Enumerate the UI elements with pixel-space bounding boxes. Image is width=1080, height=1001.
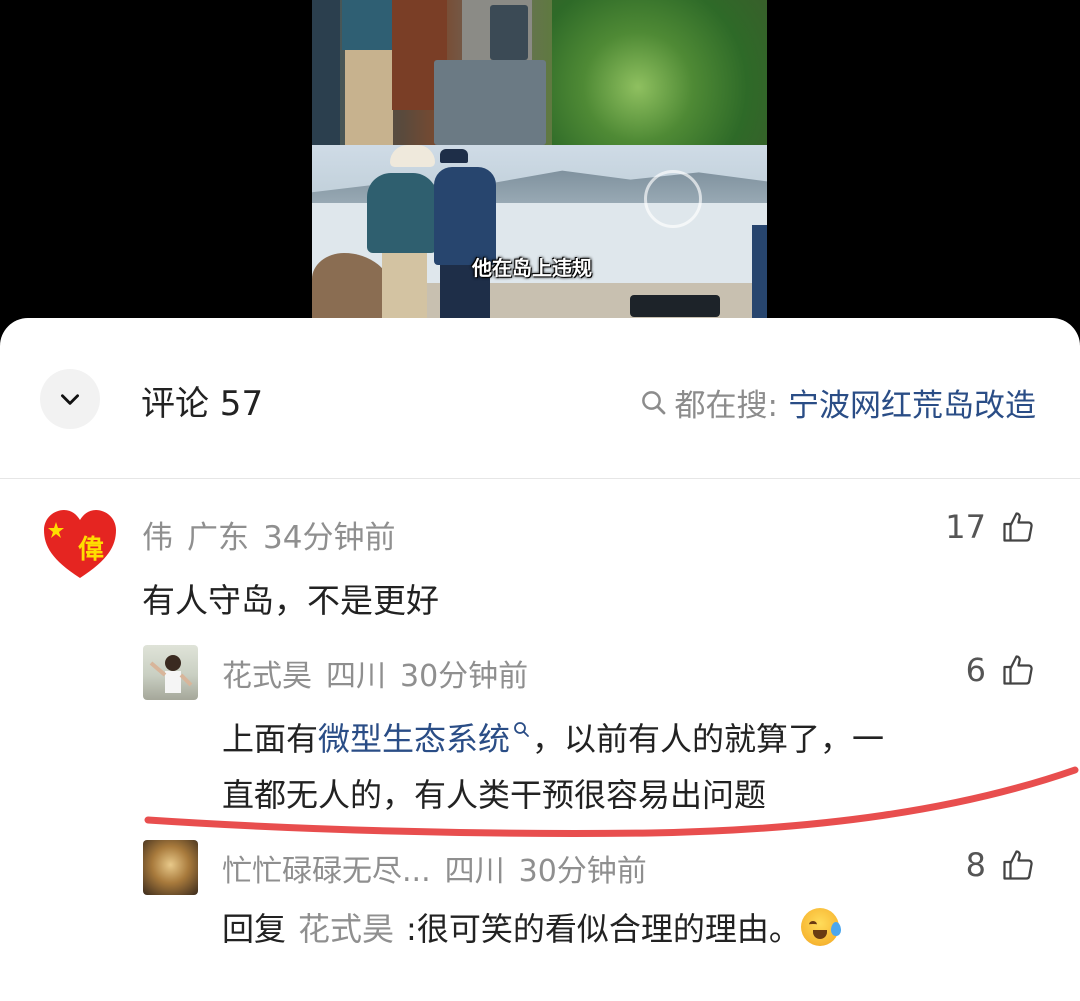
reply-text-start: 上面有 (222, 720, 319, 758)
reply-item: 花式昊 四川 30分钟前 6 上面有微型生态系统 ，以前有人的就算了，一 直都无人的，… (0, 643, 1080, 828)
thumbs-up-icon (1003, 655, 1033, 685)
reply-meta: 忙忙碌碌无尽... 四川 30分钟前 (222, 846, 661, 890)
comment-count-title: 评论 57 (141, 384, 264, 424)
reply-time: 30分钟前 (518, 854, 647, 889)
thumbs-up-icon (1003, 512, 1033, 542)
reply-text-line2: 直都无人的，有人类干预很容易出问题 (222, 776, 767, 814)
video-player[interactable]: 他在岛上违规 (312, 0, 767, 318)
like-count: 6 (965, 651, 986, 689)
reply-body: :很可笑的看似合理的理由。 (406, 910, 801, 948)
divider (0, 478, 1080, 479)
collapse-button[interactable] (40, 369, 100, 429)
avatar-glyph: 偉 (78, 535, 104, 565)
search-icon[interactable] (512, 720, 532, 740)
search-icon (641, 390, 665, 414)
chevron-down-icon (61, 394, 79, 405)
comment-time: 34分钟前 (263, 520, 396, 556)
reply-user[interactable]: 忙忙碌碌无尽... (222, 854, 431, 889)
comment-text: 有人守岛，不是更好 (142, 581, 439, 620)
avatar[interactable] (143, 645, 198, 700)
reply-to-user[interactable]: 花式昊 (298, 910, 394, 948)
reply-meta: 花式昊 四川 30分钟前 (222, 651, 542, 695)
reply-user[interactable]: 花式昊 (222, 659, 312, 694)
avatar[interactable] (143, 840, 198, 895)
like-button[interactable]: 6 (966, 651, 1036, 689)
comment-user[interactable]: 伟 (142, 520, 173, 556)
like-count: 17 (945, 508, 986, 546)
reply-text-line1-end: ，以前有人的就算了，一 (532, 720, 885, 758)
video-frame-top (312, 0, 767, 145)
trending-search-label: 都在搜: (674, 388, 778, 424)
laughing-crying-emoji-icon (800, 908, 841, 946)
trending-search-keyword[interactable]: 宁波网红荒岛改造 (788, 380, 1036, 425)
comment-item: 偉 伟广东 34分钟前 17 有人守岛，不是更好 (0, 498, 1080, 620)
comment-location: 广东 (187, 520, 249, 556)
reply-text: 回复 花式昊 :很可笑的看似合理的理由。 (222, 904, 841, 950)
video-subtitle: 他在岛上违规 (472, 256, 592, 280)
comment-sheet: 评论 57 都在搜: 宁波网红荒岛改造 偉 伟广东 34分钟前 17 有人守岛，… (0, 318, 1080, 1001)
avatar[interactable]: 偉 (42, 508, 118, 580)
video-frame-bottom (312, 145, 767, 318)
reply-prefix: 回复 (222, 910, 287, 948)
reply-item: 忙忙碌碌无尽... 四川 30分钟前 8 回复 花式昊 :很可笑的看似合理的理由。 (0, 840, 1080, 990)
like-button[interactable]: 17 (945, 508, 1036, 546)
reply-text: 上面有微型生态系统 ，以前有人的就算了，一 直都无人的，有人类干预很容易出问题 (222, 711, 1022, 823)
reply-location: 四川 (444, 854, 505, 889)
reply-time: 30分钟前 (400, 659, 529, 694)
trending-search[interactable]: 都在搜: 宁波网红荒岛改造 (639, 380, 1036, 425)
comment-header: 评论 57 都在搜: 宁波网红荒岛改造 (0, 318, 1080, 478)
watermark-icon (644, 170, 702, 228)
reply-location: 四川 (326, 659, 386, 694)
like-count: 8 (965, 846, 986, 884)
thumbs-up-icon (1003, 850, 1033, 880)
comment-meta: 伟广东 34分钟前 (142, 512, 409, 557)
topic-link[interactable]: 微型生态系统 (318, 720, 510, 758)
like-button[interactable]: 8 (966, 846, 1036, 884)
